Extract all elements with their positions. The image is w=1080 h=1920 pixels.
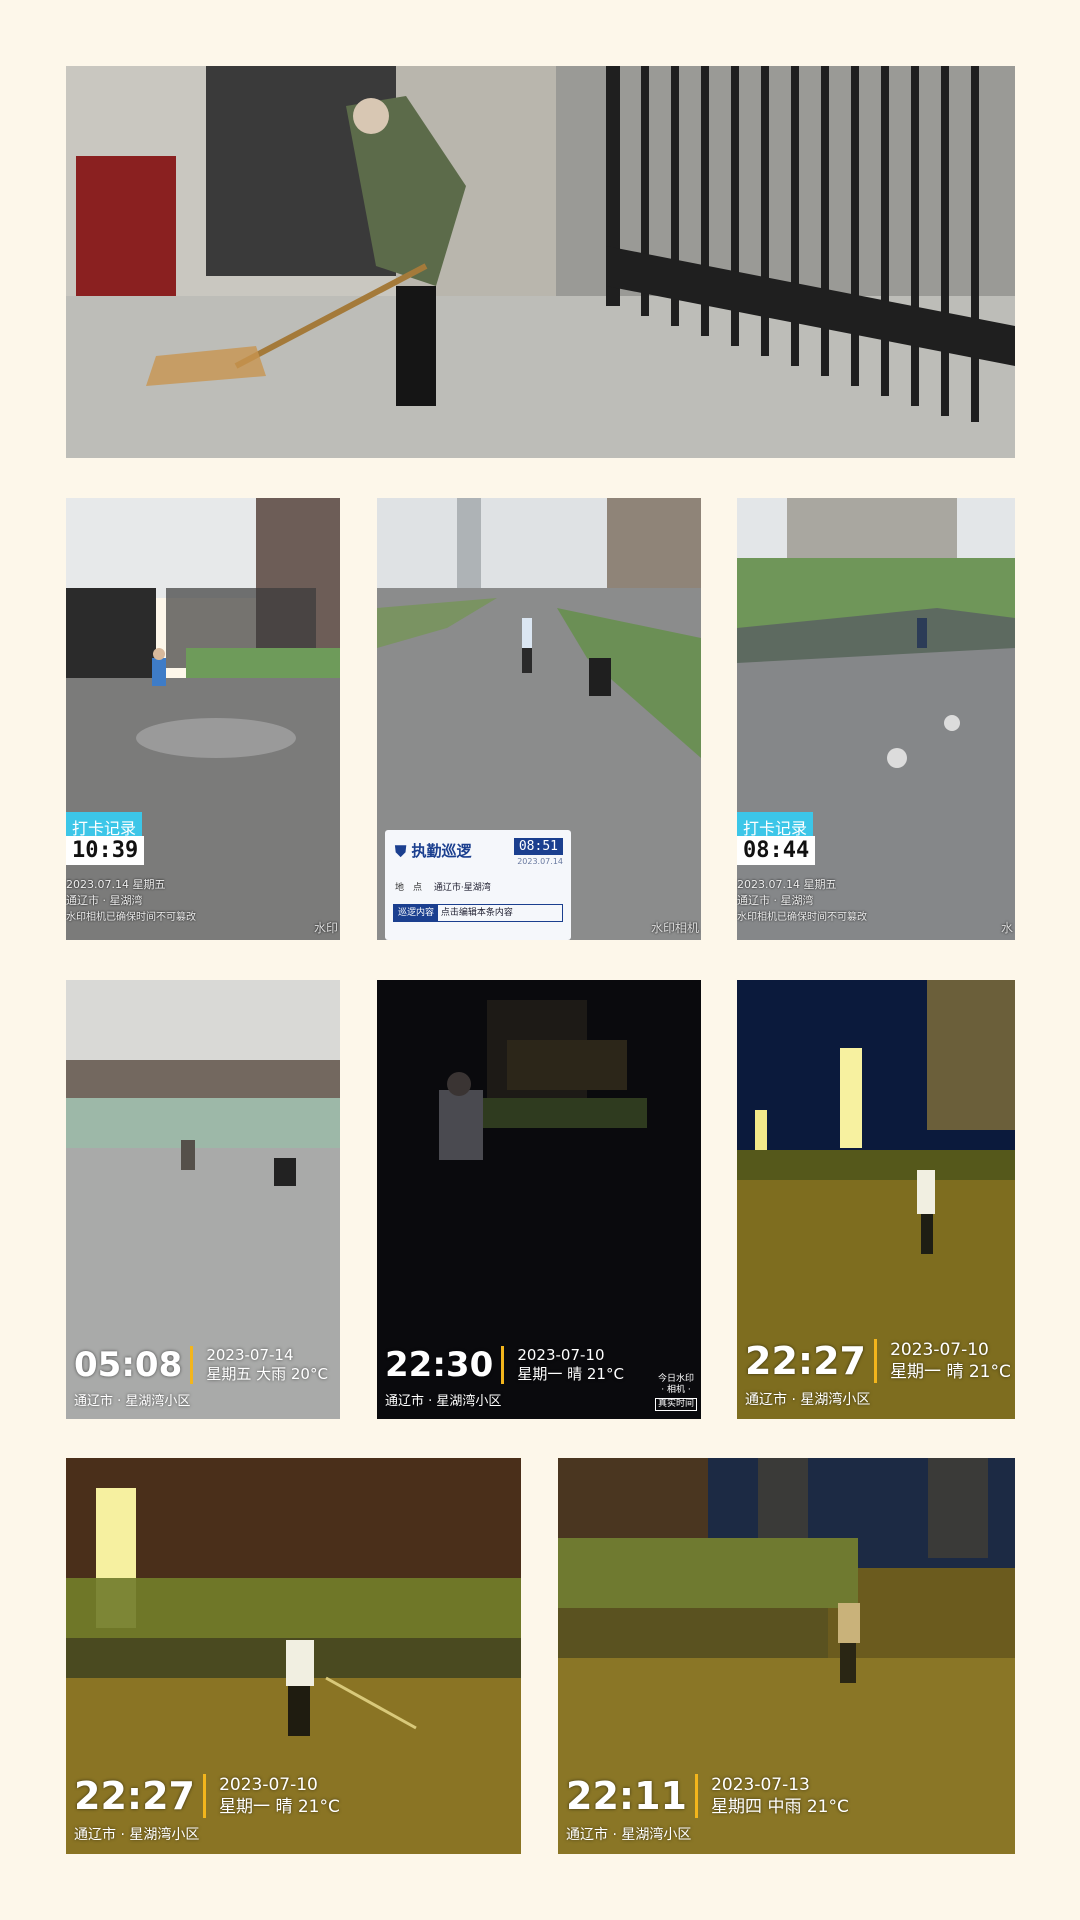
checkin-time: 08:44 <box>737 836 816 865</box>
timestamp-date: 2023-07-10 <box>219 1775 318 1795</box>
timestamp-time: 22:11 <box>566 1774 698 1818</box>
patrol-card-content-label: 巡逻内容 <box>394 905 439 921</box>
photo-checkin-0844: 打卡记录 08:44 2023.07.14 星期五 通辽市 · 星湖湾 水印相机… <box>737 498 1015 940</box>
timestamp-location: 通辽市 · 星湖湾小区 <box>74 1827 200 1843</box>
camera-watermark: 水 <box>1000 921 1013 935</box>
camera-brand-box: 真实时间 <box>654 1398 697 1411</box>
patrol-card-place-label: 地 点 <box>395 883 423 893</box>
timestamp-details: 2023-07-13 星期四 中雨 21°C <box>711 1774 849 1818</box>
timestamp-time: 22:27 <box>74 1774 206 1818</box>
checkin-date: 2023.07.14 星期五 <box>66 878 166 891</box>
photo-2227-a: 22:27 2023-07-10 星期一 晴 21°C 通辽市 · 星湖湾小区 <box>737 980 1015 1419</box>
timestamp-location: 通辽市 · 星湖湾小区 <box>74 1394 191 1409</box>
patrol-card-place: 地 点 通辽市·星湖湾 <box>395 880 491 893</box>
checkin-note: 水印相机已确保时间不可篡改 <box>737 912 867 923</box>
timestamp-weekday-weather: 星期四 中雨 21°C <box>711 1797 849 1817</box>
timestamp-weekday-weather: 星期五 大雨 20°C <box>206 1365 328 1383</box>
camera-watermark: 水印 <box>313 921 338 935</box>
patrol-card-place-value: 通辽市·星湖湾 <box>433 883 491 893</box>
timestamp-details: 2023-07-10 星期一 晴 21°C <box>219 1774 340 1818</box>
timestamp-weekday-weather: 星期一 晴 21°C <box>517 1365 624 1383</box>
timestamp-location: 通辽市 · 星湖湾小区 <box>385 1394 502 1409</box>
timestamp-overlay: 22:27 2023-07-10 星期一 晴 21°C 通辽市 · 星湖湾小区 <box>74 1774 340 1844</box>
timestamp-overlay: 05:08 2023-07-14 星期五 大雨 20°C 通辽市 · 星湖湾小区 <box>74 1346 328 1409</box>
patrol-card-content: 巡逻内容 点击编辑本条内容 <box>393 904 563 922</box>
timestamp-weekday-weather: 星期一 晴 21°C <box>890 1362 1011 1382</box>
timestamp-time: 05:08 <box>74 1346 194 1384</box>
timestamp-date: 2023-07-10 <box>517 1346 605 1364</box>
patrol-card-time: 08:51 <box>513 838 563 855</box>
checkin-note: 水印相机已确保时间不可篡改 <box>66 912 196 923</box>
shield-icon: ⛊ <box>395 842 407 860</box>
photo-2211: 22:11 2023-07-13 星期四 中雨 21°C 通辽市 · 星湖湾小区 <box>558 1458 1015 1854</box>
scene-gate <box>66 66 1015 458</box>
scene-street-gate <box>66 498 340 940</box>
checkin-time: 10:39 <box>66 836 145 865</box>
camera-watermark: 水印相机 <box>650 921 699 935</box>
checkin-location: 通辽市 · 星湖湾 <box>737 894 814 907</box>
timestamp-details: 2023-07-10 星期一 晴 21°C <box>890 1339 1011 1383</box>
photo-2227-b: 22:27 2023-07-10 星期一 晴 21°C 通辽市 · 星湖湾小区 <box>66 1458 521 1854</box>
timestamp-overlay: 22:27 2023-07-10 星期一 晴 21°C 通辽市 · 星湖湾小区 <box>745 1339 1011 1409</box>
timestamp-weekday-weather: 星期一 晴 21°C <box>219 1797 340 1817</box>
timestamp-overlay: 22:30 2023-07-10 星期一 晴 21°C 通辽市 · 星湖湾小区 <box>385 1346 624 1409</box>
patrol-card: ⛊ 执勤巡逻 08:51 2023.07.14 地 点 通辽市·星湖湾 巡逻内容… <box>385 830 571 940</box>
patrol-card-title-text: 执勤巡逻 <box>411 842 472 860</box>
patrol-card-content-value: 点击编辑本条内容 <box>440 908 513 918</box>
timestamp-date: 2023-07-14 <box>206 1346 294 1364</box>
patrol-card-date: 2023.07.14 <box>517 857 563 866</box>
photo-2230: 22:30 2023-07-10 星期一 晴 21°C 通辽市 · 星湖湾小区 … <box>377 980 701 1419</box>
photo-checkin-1039: 打卡记录 10:39 2023.07.14 星期五 通辽市 · 星湖湾 水印相机… <box>66 498 340 940</box>
patrol-card-title: ⛊ 执勤巡逻 <box>395 840 472 861</box>
checkin-date: 2023.07.14 星期五 <box>737 878 837 891</box>
scene-walkway <box>737 498 1015 940</box>
camera-brand-line1: 今日水印 <box>657 1374 694 1384</box>
timestamp-overlay: 22:11 2023-07-13 星期四 中雨 21°C 通辽市 · 星湖湾小区 <box>566 1774 849 1844</box>
timestamp-details: 2023-07-14 星期五 大雨 20°C <box>206 1346 328 1384</box>
photo-patrol-card: ⛊ 执勤巡逻 08:51 2023.07.14 地 点 通辽市·星湖湾 巡逻内容… <box>377 498 701 940</box>
camera-brand-line2: · 相机 · <box>661 1385 691 1395</box>
timestamp-location: 通辽市 · 星湖湾小区 <box>745 1392 871 1408</box>
timestamp-details: 2023-07-10 星期一 晴 21°C <box>517 1346 624 1384</box>
timestamp-date: 2023-07-13 <box>711 1775 810 1795</box>
camera-brand-badge: 今日水印 · 相机 · 真实时间 <box>654 1374 697 1411</box>
photo-0508: 05:08 2023-07-14 星期五 大雨 20°C 通辽市 · 星湖湾小区 <box>66 980 340 1419</box>
timestamp-time: 22:30 <box>385 1346 505 1384</box>
timestamp-location: 通辽市 · 星湖湾小区 <box>566 1827 692 1843</box>
checkin-location: 通辽市 · 星湖湾 <box>66 894 143 907</box>
timestamp-date: 2023-07-10 <box>890 1340 989 1360</box>
photo-sweeping-gate <box>66 66 1015 458</box>
timestamp-time: 22:27 <box>745 1339 877 1383</box>
